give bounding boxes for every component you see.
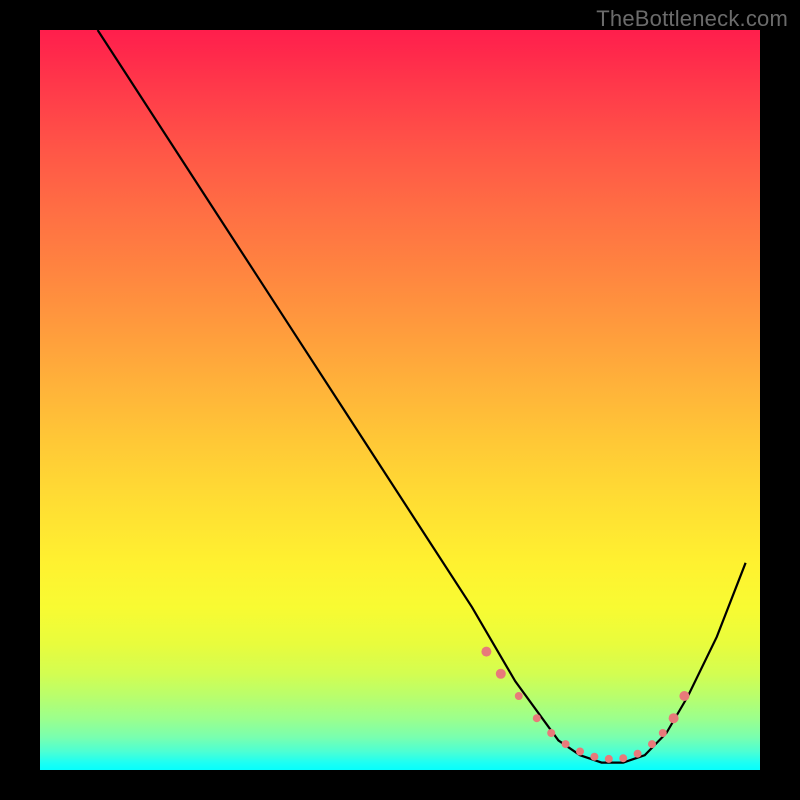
optimal-marker-dot <box>619 754 627 762</box>
optimal-marker-dot <box>648 740 656 748</box>
bottleneck-curve-line <box>98 30 746 763</box>
optimal-marker-dot <box>679 691 689 701</box>
optimal-marker-dot <box>634 750 642 758</box>
optimal-marker-dot <box>515 692 523 700</box>
optimal-marker-dot <box>590 753 598 761</box>
optimal-zone-markers <box>481 647 689 763</box>
optimal-marker-dot <box>533 714 541 722</box>
optimal-marker-dot <box>669 713 679 723</box>
optimal-marker-dot <box>605 755 613 763</box>
bottleneck-curve-svg <box>40 30 760 770</box>
optimal-marker-dot <box>576 748 584 756</box>
optimal-marker-dot <box>562 740 570 748</box>
optimal-marker-dot <box>496 669 506 679</box>
optimal-marker-dot <box>547 729 555 737</box>
watermark-text: TheBottleneck.com <box>596 6 788 32</box>
optimal-marker-dot <box>481 647 491 657</box>
chart-frame: TheBottleneck.com <box>0 0 800 800</box>
optimal-marker-dot <box>659 729 667 737</box>
plot-area <box>40 30 760 770</box>
